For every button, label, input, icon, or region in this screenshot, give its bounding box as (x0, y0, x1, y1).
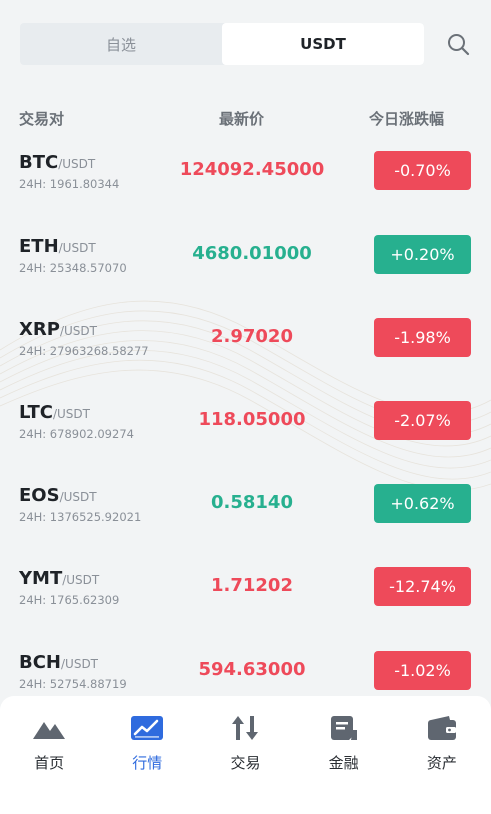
change-badge[interactable]: -1.02% (374, 651, 471, 690)
nav-label: 交易 (230, 754, 261, 772)
nav-label: 资产 (426, 754, 457, 772)
market-row-eth[interactable]: ETH/USDT 24H: 25348.57070 4680.01000 +0.… (0, 235, 491, 319)
tab-usdt[interactable]: USDT (222, 23, 424, 65)
last-price: 124092.45000 (179, 159, 325, 180)
nav-label: 金融 (328, 754, 359, 772)
search-icon[interactable] (446, 32, 470, 56)
volume-24h: 24H: 27963268.58277 (19, 344, 149, 358)
nav-label: 行情 (132, 754, 163, 772)
market-tabs: 自选 USDT (20, 23, 424, 65)
header-pair: 交易对 (19, 110, 65, 128)
change-badge[interactable]: -0.70% (374, 151, 471, 190)
chart-icon (131, 716, 164, 740)
swap-arrows-icon (232, 716, 259, 740)
pair-symbol: BTC/USDT (19, 152, 96, 173)
volume-24h: 24H: 1961.80344 (19, 177, 120, 191)
wallet-icon (427, 716, 456, 740)
last-price: 118.05000 (198, 409, 306, 430)
last-price: 0.58140 (211, 492, 293, 513)
change-badge[interactable]: +0.20% (374, 235, 471, 274)
pair-symbol: XRP/USDT (19, 319, 97, 340)
mountain-icon (33, 722, 66, 739)
volume-24h: 24H: 52754.88719 (19, 677, 127, 691)
volume-24h: 24H: 1376525.92021 (19, 510, 142, 524)
last-price: 594.63000 (198, 659, 306, 680)
pair-symbol: EOS/USDT (19, 485, 97, 506)
last-price: 1.71202 (211, 575, 293, 596)
header-change: 今日涨跌幅 (369, 110, 445, 128)
market-row-eos[interactable]: EOS/USDT 24H: 1376525.92021 0.58140 +0.6… (0, 484, 491, 568)
nav-assets[interactable]: 资产 (393, 696, 491, 814)
header-price: 最新价 (219, 110, 265, 128)
change-badge[interactable]: +0.62% (374, 484, 471, 523)
last-price: 4680.01000 (192, 243, 312, 264)
nav-market[interactable]: 行情 (98, 696, 196, 814)
tab-favorites[interactable]: 自选 (20, 23, 222, 65)
nav-label: 首页 (34, 754, 65, 772)
document-icon (330, 716, 357, 740)
change-badge[interactable]: -12.74% (374, 567, 471, 606)
market-row-ltc[interactable]: LTC/USDT 24H: 678902.09274 118.05000 -2.… (0, 401, 491, 485)
market-row-btc[interactable]: BTC/USDT 24H: 1961.80344 124092.45000 -0… (0, 151, 491, 235)
volume-24h: 24H: 25348.57070 (19, 261, 127, 275)
bottom-nav: 首页 行情 交易 金融 资产 (0, 696, 491, 814)
market-row-ymt[interactable]: YMT/USDT 24H: 1765.62309 1.71202 -12.74% (0, 567, 491, 651)
pair-symbol: BCH/USDT (19, 652, 99, 673)
change-badge[interactable]: -1.98% (374, 318, 471, 357)
change-badge[interactable]: -2.07% (374, 401, 471, 440)
last-price: 2.97020 (211, 326, 293, 347)
pair-symbol: ETH/USDT (19, 236, 96, 257)
nav-finance[interactable]: 金融 (295, 696, 393, 814)
nav-trade[interactable]: 交易 (196, 696, 294, 814)
volume-24h: 24H: 678902.09274 (19, 427, 134, 441)
pair-symbol: YMT/USDT (19, 568, 100, 589)
nav-home[interactable]: 首页 (0, 696, 98, 814)
pair-symbol: LTC/USDT (19, 402, 90, 423)
market-row-xrp[interactable]: XRP/USDT 24H: 27963268.58277 2.97020 -1.… (0, 318, 491, 402)
volume-24h: 24H: 1765.62309 (19, 593, 120, 607)
